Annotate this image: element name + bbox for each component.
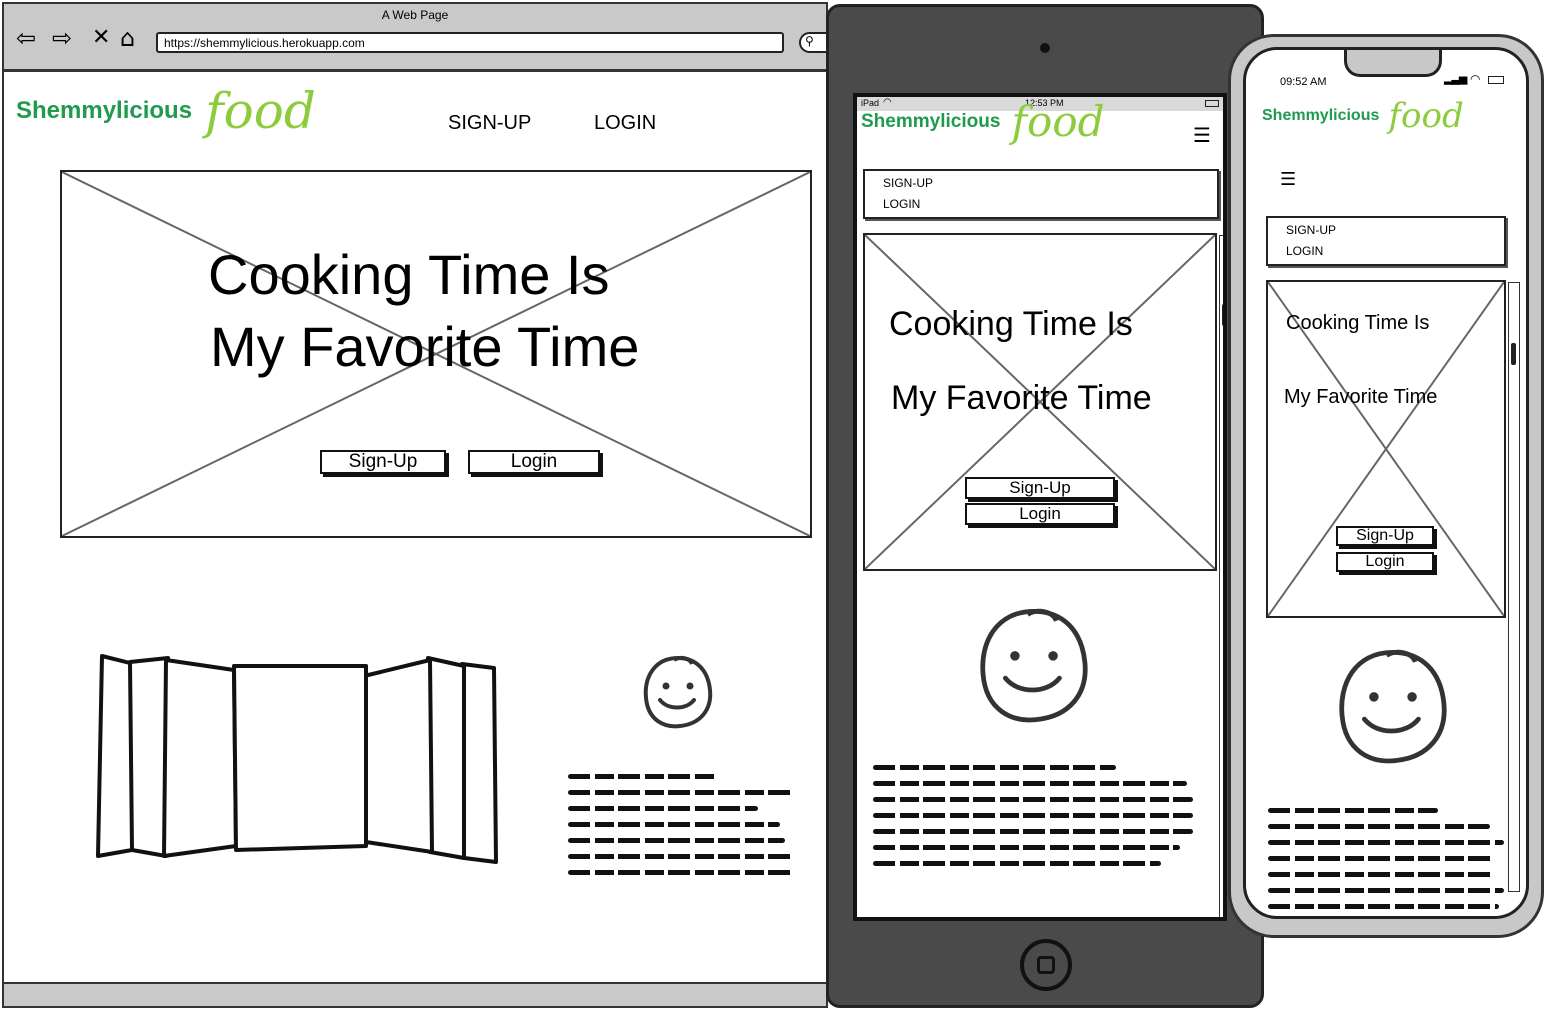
hero-login-button[interactable]: Login xyxy=(965,503,1115,525)
placeholder-text-block xyxy=(1268,808,1504,916)
hero-signup-button[interactable]: Sign-Up xyxy=(965,477,1115,499)
forward-arrow-icon[interactable]: ⇨ xyxy=(52,26,72,50)
url-bar[interactable]: https://shemmylicious.herokuapp.com xyxy=(156,32,784,53)
browser-status-bar xyxy=(2,982,828,1008)
window-title: A Web Page xyxy=(381,8,449,22)
cover-flow-gallery-icon[interactable] xyxy=(94,650,504,866)
scrollbar-thumb[interactable] xyxy=(1511,343,1516,365)
phone-notch xyxy=(1344,50,1442,77)
hamburger-icon[interactable]: ☰ xyxy=(1193,125,1211,145)
menu-login-link[interactable]: LOGIN xyxy=(883,197,1217,218)
desktop-browser-mockup: A Web Page ⇦ ⇨ ✕ ⌂ https://shemmylicious… xyxy=(0,0,839,1010)
brand-food: food xyxy=(205,82,316,140)
hero-login-button[interactable]: Login xyxy=(1336,552,1434,572)
battery-icon xyxy=(1488,76,1504,84)
brand-logo[interactable]: Shemmylicious food xyxy=(16,82,316,140)
battery-icon xyxy=(1205,100,1219,107)
browser-toolbar: A Web Page ⇦ ⇨ ✕ ⌂ https://shemmylicious… xyxy=(2,2,839,72)
scrollbar[interactable] xyxy=(1508,282,1520,892)
status-time: 09:52 AM xyxy=(1280,76,1327,88)
smiley-icon xyxy=(643,655,713,729)
menu-signup-link[interactable]: SIGN-UP xyxy=(1286,223,1504,244)
tablet-screen: iPad ◠ 12:53 PM Shemmylicious food ☰ SIG… xyxy=(853,93,1227,921)
hero-image-placeholder: Cooking Time Is My Favorite Time Sign-Up… xyxy=(863,233,1217,571)
brand-food: food xyxy=(1011,97,1105,146)
nav-signup-link[interactable]: SIGN-UP xyxy=(448,112,531,135)
hamburger-icon[interactable]: ☰ xyxy=(1280,170,1296,190)
hero-title-line2: My Favorite Time xyxy=(210,315,640,378)
hero-title-line2: My Favorite Time xyxy=(891,379,1152,417)
placeholder-text-block xyxy=(568,774,794,886)
placeholder-text-block xyxy=(873,765,1193,877)
smiley-icon xyxy=(1339,649,1447,764)
home-icon[interactable]: ⌂ xyxy=(120,26,135,50)
nav-login-link[interactable]: LOGIN xyxy=(594,112,656,135)
camera-icon xyxy=(1040,43,1050,53)
phone-screen: 09:52 AM ▂▃▅ ◠ Shemmylicious food ☰ SIGN… xyxy=(1243,47,1529,919)
hero-image-placeholder: Cooking Time Is My Favorite Time Sign-Up… xyxy=(60,170,812,538)
desktop-page: Shemmylicious food SIGN-UP LOGIN Cooking… xyxy=(2,72,828,984)
scrollbar[interactable] xyxy=(1219,235,1223,917)
hero-login-button[interactable]: Login xyxy=(468,450,600,474)
brand-logo[interactable]: Shemmylicious food xyxy=(861,97,1105,146)
phone-mockup: 09:52 AM ▂▃▅ ◠ Shemmylicious food ☰ SIGN… xyxy=(1228,34,1544,938)
home-square-icon xyxy=(1037,956,1055,974)
scrollbar-thumb[interactable] xyxy=(1222,304,1223,326)
home-button[interactable] xyxy=(1020,939,1072,991)
menu-login-link[interactable]: LOGIN xyxy=(1286,244,1504,265)
hero-title-line2: My Favorite Time xyxy=(1284,386,1438,408)
brand-name: Shemmylicious xyxy=(1262,107,1380,124)
phone-nav-menu: SIGN-UP LOGIN xyxy=(1266,216,1506,266)
brand-name: Shemmylicious xyxy=(16,97,193,124)
hero-signup-button[interactable]: Sign-Up xyxy=(1336,526,1434,546)
hero-title-line1: Cooking Time Is xyxy=(208,243,610,306)
hero-title-line1: Cooking Time Is xyxy=(1286,312,1430,334)
hero-title-line1: Cooking Time Is xyxy=(889,305,1133,343)
wifi-icon: ◠ xyxy=(1470,72,1481,86)
hero-signup-button[interactable]: Sign-Up xyxy=(320,450,446,474)
close-icon[interactable]: ✕ xyxy=(92,26,110,50)
signal-icon: ▂▃▅ xyxy=(1444,72,1467,85)
hero-image-placeholder: Cooking Time Is My Favorite Time Sign-Up… xyxy=(1266,280,1506,618)
menu-signup-link[interactable]: SIGN-UP xyxy=(883,176,1217,197)
back-arrow-icon[interactable]: ⇦ xyxy=(16,26,36,50)
brand-food: food xyxy=(1388,96,1464,136)
tablet-mockup: iPad ◠ 12:53 PM Shemmylicious food ☰ SIG… xyxy=(826,4,1264,1008)
brand-logo[interactable]: Shemmylicious food xyxy=(1262,96,1464,136)
smiley-icon xyxy=(980,608,1088,723)
brand-name: Shemmylicious xyxy=(861,110,1001,132)
tablet-nav-menu: SIGN-UP LOGIN xyxy=(863,169,1219,219)
